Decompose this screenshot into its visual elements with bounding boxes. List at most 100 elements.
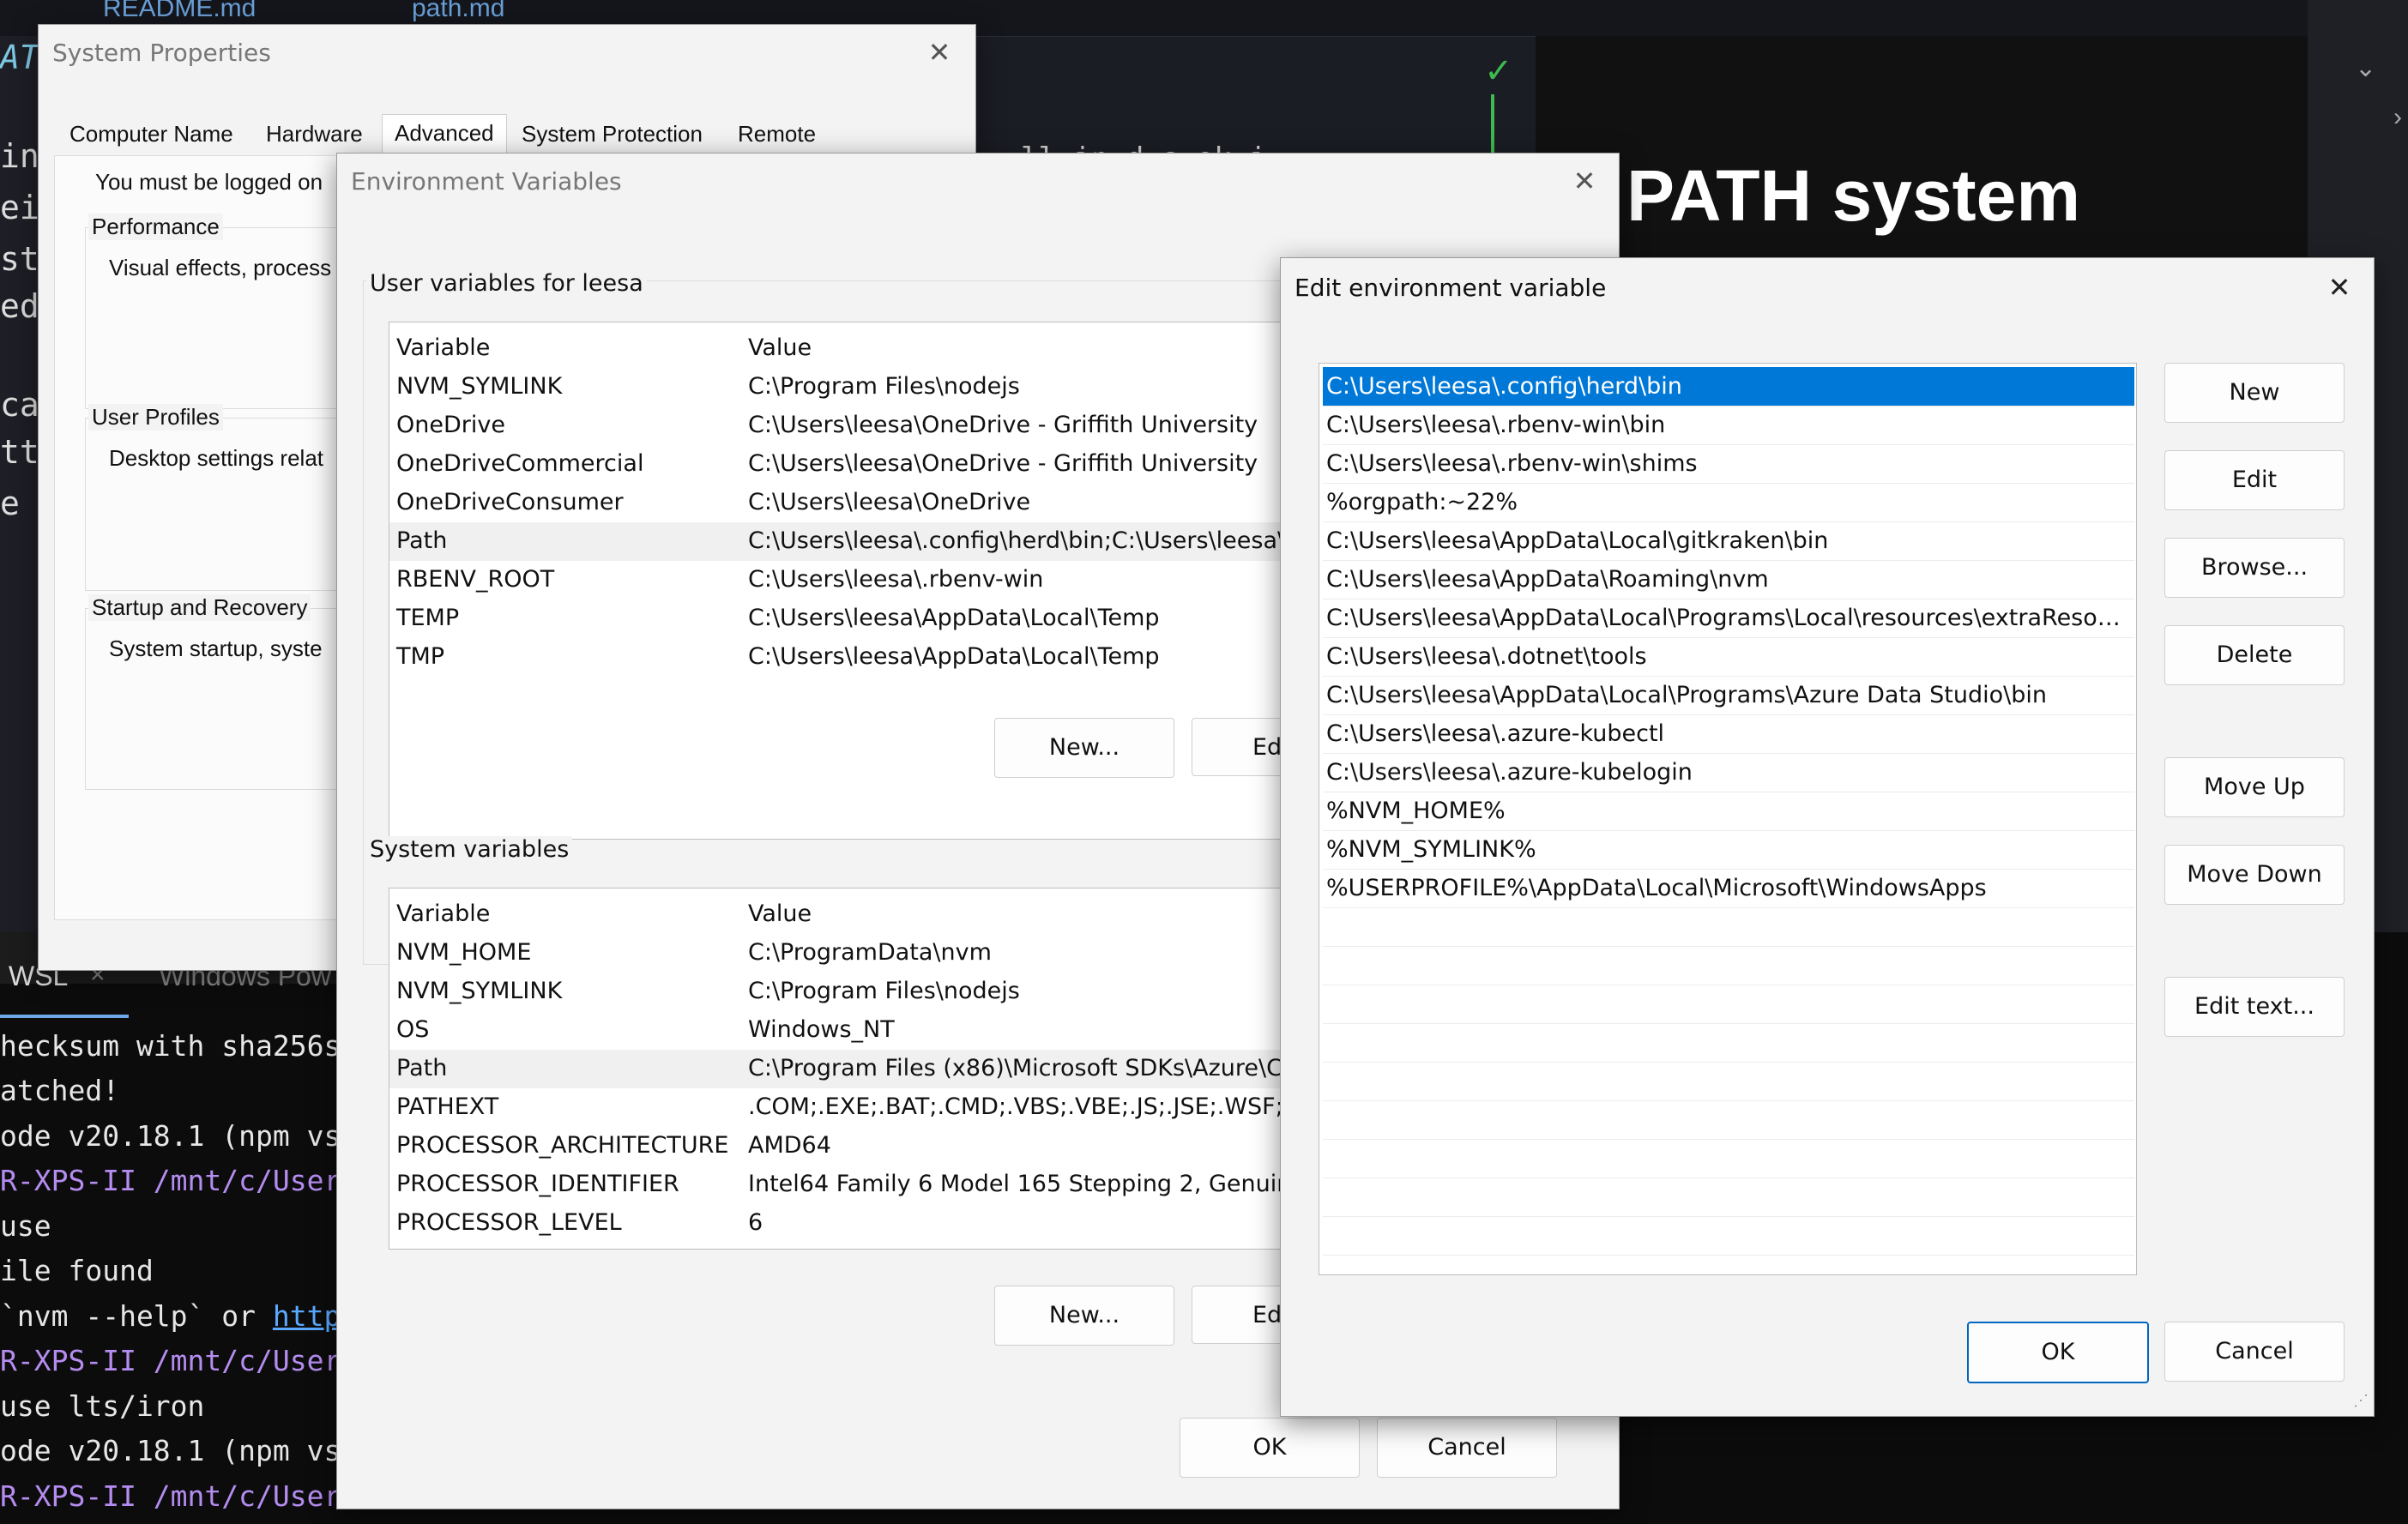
group-text: Desktop settings relat xyxy=(109,445,324,471)
terminal-line: atched! xyxy=(0,1074,120,1107)
variable-name: PROCESSOR_LEVEL xyxy=(396,1209,622,1236)
cancel-button[interactable]: Cancel xyxy=(2164,1322,2345,1382)
variable-name: Path xyxy=(396,527,448,554)
edit-button[interactable]: Edit xyxy=(2164,450,2345,510)
variable-name: TMP xyxy=(396,643,445,670)
empty-row[interactable] xyxy=(1323,1139,2134,1178)
close-icon[interactable]: ✕ xyxy=(2322,270,2357,304)
empty-row[interactable] xyxy=(1323,1023,2134,1063)
ok-button[interactable]: OK xyxy=(1967,1322,2149,1383)
editor-fragment: tt xyxy=(0,433,39,471)
tab-computer-name[interactable]: Computer Name xyxy=(69,121,233,148)
variable-name: OneDriveConsumer xyxy=(396,489,624,515)
variable-value: C:\Users\leesa\OneDrive - Griffith Unive… xyxy=(748,412,1258,438)
empty-row[interactable] xyxy=(1323,985,2134,1024)
column-header-variable[interactable]: Variable xyxy=(396,901,490,927)
user-new-button[interactable]: New... xyxy=(994,718,1174,778)
terminal-link[interactable]: http xyxy=(273,1299,341,1333)
terminal-line: ile found xyxy=(0,1254,154,1287)
variable-value: C:\Users\leesa\OneDrive xyxy=(748,489,1031,515)
chevron-right-icon[interactable]: › xyxy=(2393,103,2402,132)
resize-grip-icon[interactable]: ⋰ xyxy=(2353,1392,2369,1410)
list-item[interactable]: C:\Users\leesa\AppData\Local\gitkraken\b… xyxy=(1323,521,2134,561)
column-header-value[interactable]: Value xyxy=(748,334,812,361)
empty-row[interactable] xyxy=(1323,1216,2134,1256)
column-header-variable[interactable]: Variable xyxy=(396,334,490,361)
terminal-line: ode v20.18.1 (npm vs xyxy=(0,1119,341,1153)
active-tab-indicator xyxy=(0,1015,129,1018)
tab-remote[interactable]: Remote xyxy=(738,121,816,148)
editor-fragment: ca xyxy=(0,386,39,424)
variable-name: NVM_SYMLINK xyxy=(396,373,563,400)
terminal-prompt: R-XPS-II /mnt/c/User xyxy=(0,1479,341,1513)
variable-value: Intel64 Family 6 Model 165 Stepping 2, G… xyxy=(748,1171,1292,1197)
editor-fragment: ed xyxy=(0,287,39,325)
tab-advanced[interactable]: Advanced xyxy=(382,114,507,154)
list-item[interactable]: C:\Users\leesa\AppData\Roaming\nvm xyxy=(1323,560,2134,599)
list-item[interactable]: C:\Users\leesa\.dotnet\tools xyxy=(1323,637,2134,677)
editor-fragment: ei xyxy=(0,189,39,226)
list-item[interactable]: %USERPROFILE%\AppData\Local\Microsoft\Wi… xyxy=(1323,869,2134,908)
list-item[interactable]: %NVM_SYMLINK% xyxy=(1323,830,2134,870)
variable-value: C:\Program Files\nodejs xyxy=(748,373,1020,400)
variable-value: 6 xyxy=(748,1209,763,1236)
editor-fragment: st xyxy=(0,240,39,278)
list-item[interactable]: C:\Users\leesa\.rbenv-win\shims xyxy=(1323,444,2134,484)
system-new-button[interactable]: New... xyxy=(994,1286,1174,1346)
list-item[interactable]: C:\Users\leesa\AppData\Local\Programs\Lo… xyxy=(1323,599,2134,638)
group-label: Startup and Recovery xyxy=(88,594,311,621)
empty-row[interactable] xyxy=(1323,1062,2134,1101)
dialog-title: Environment Variables xyxy=(351,167,622,196)
list-item[interactable]: C:\Users\leesa\.azure-kubectl xyxy=(1323,714,2134,754)
group-text: Visual effects, process xyxy=(109,255,332,280)
terminal-line: use xyxy=(0,1209,51,1243)
chevron-down-icon[interactable]: ⌄ xyxy=(2355,53,2376,83)
column-header-value[interactable]: Value xyxy=(748,901,812,927)
list-item[interactable]: %orgpath:~22% xyxy=(1323,483,2134,522)
move-down-button[interactable]: Move Down xyxy=(2164,845,2345,905)
delete-button[interactable]: Delete xyxy=(2164,625,2345,685)
edit-text-button[interactable]: Edit text... xyxy=(2164,977,2345,1037)
group-label: Performance xyxy=(88,214,223,240)
list-item-selected[interactable]: C:\Users\leesa\.config\herd\bin xyxy=(1323,367,2134,407)
variable-value: AMD64 xyxy=(748,1132,831,1159)
variable-name: OS xyxy=(396,1016,430,1043)
dialog-title: System Properties xyxy=(52,39,271,67)
variable-name: NVM_SYMLINK xyxy=(396,978,563,1004)
edit-environment-variable-dialog: Edit environment variable ✕ C:\Users\lee… xyxy=(1280,257,2375,1417)
variable-value: C:\Program Files\nodejs xyxy=(748,978,1020,1004)
move-up-button[interactable]: Move Up xyxy=(2164,757,2345,817)
ok-button[interactable]: OK xyxy=(1180,1418,1360,1478)
browse-button[interactable]: Browse... xyxy=(2164,538,2345,598)
list-item[interactable]: C:\Users\leesa\AppData\Local\Programs\Az… xyxy=(1323,676,2134,715)
empty-row[interactable] xyxy=(1323,946,2134,985)
new-button[interactable]: New xyxy=(2164,363,2345,423)
empty-row[interactable] xyxy=(1323,1100,2134,1140)
group-label: User Profiles xyxy=(88,404,223,431)
variable-value: Windows_NT xyxy=(748,1016,895,1043)
list-item[interactable]: C:\Users\leesa\.rbenv-win\bin xyxy=(1323,406,2134,445)
terminal-line: use lts/iron xyxy=(0,1389,205,1423)
variable-value: .COM;.EXE;.BAT;.CMD;.VBS;.VBE;.JS;.JSE;.… xyxy=(748,1093,1314,1120)
variable-value: C:\Users\leesa\OneDrive - Griffith Unive… xyxy=(748,450,1258,477)
variable-name: NVM_HOME xyxy=(396,939,532,966)
list-item[interactable]: C:\Users\leesa\.azure-kubelogin xyxy=(1323,753,2134,792)
variable-name: Path xyxy=(396,1055,448,1081)
variable-value: C:\Users\leesa\AppData\Local\Temp xyxy=(748,643,1160,670)
user-variables-label: User variables for leesa xyxy=(366,270,647,297)
path-entries-list[interactable]: C:\Users\leesa\.config\herd\bin C:\Users… xyxy=(1319,363,2137,1275)
variable-name: TEMP xyxy=(396,605,460,631)
variable-name: OneDriveCommercial xyxy=(396,450,644,477)
dialog-title: Edit environment variable xyxy=(1295,274,1607,302)
logon-notice: You must be logged on xyxy=(95,169,323,195)
tab-hardware[interactable]: Hardware xyxy=(266,121,363,148)
empty-row[interactable] xyxy=(1323,1178,2134,1217)
empty-row[interactable] xyxy=(1323,907,2134,947)
close-icon[interactable]: ✕ xyxy=(922,35,957,69)
terminal-prompt: R-XPS-II /mnt/c/User xyxy=(0,1164,341,1197)
list-item[interactable]: %NVM_HOME% xyxy=(1323,792,2134,831)
close-icon[interactable]: ✕ xyxy=(1567,164,1602,198)
tab-system-protection[interactable]: System Protection xyxy=(522,121,703,148)
variable-name: OneDrive xyxy=(396,412,505,438)
cancel-button[interactable]: Cancel xyxy=(1377,1418,1557,1478)
